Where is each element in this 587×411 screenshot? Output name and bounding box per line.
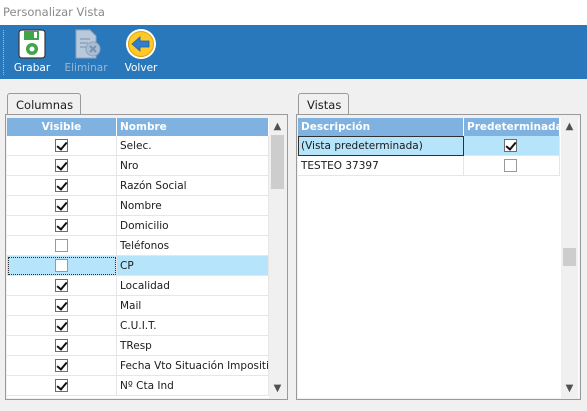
columnas-grid: Visible Nombre Selec. Nro Razón Social Nomb…	[7, 118, 286, 398]
table-row[interactable]: Teléfonos	[7, 236, 269, 256]
visible-checkbox[interactable]	[55, 239, 68, 252]
visible-checkbox[interactable]	[55, 379, 68, 392]
visible-cell[interactable]	[7, 256, 117, 276]
column-name: Domicilio	[117, 216, 269, 236]
table-row[interactable]: Razón Social	[7, 176, 269, 196]
table-row[interactable]: Mail	[7, 296, 269, 316]
delete-document-icon	[75, 29, 101, 59]
visible-cell[interactable]	[7, 276, 117, 296]
column-name: Localidad	[117, 276, 269, 296]
columnas-scrollbar[interactable]: ▲ ▼	[269, 118, 286, 398]
table-row[interactable]: CP	[7, 256, 269, 276]
visible-checkbox[interactable]	[55, 359, 68, 372]
column-name: Nº Cta Ind	[117, 376, 269, 396]
vistas-scrollbar[interactable]: ▲ ▼	[561, 118, 578, 398]
visible-checkbox[interactable]	[55, 199, 68, 212]
default-cell[interactable]	[464, 136, 560, 156]
back-button[interactable]: Volver	[120, 27, 162, 77]
tab-columnas-label: Columnas	[16, 98, 74, 112]
column-name: Teléfonos	[117, 236, 269, 256]
column-name: Razón Social	[117, 176, 269, 196]
scroll-up-icon[interactable]: ▲	[561, 118, 578, 135]
visible-cell[interactable]	[7, 296, 117, 316]
header-predeterminada[interactable]: Predeterminada	[464, 118, 563, 136]
header-nombre[interactable]: Nombre	[117, 118, 269, 136]
visible-checkbox[interactable]	[55, 299, 68, 312]
scroll-thumb[interactable]	[271, 135, 284, 189]
visible-checkbox[interactable]	[55, 179, 68, 192]
table-row[interactable]: Selec.	[7, 136, 269, 156]
visible-checkbox[interactable]	[55, 339, 68, 352]
column-name: CP	[117, 256, 269, 276]
window-title: Personalizar Vista	[3, 5, 105, 19]
column-name: C.U.I.T.	[117, 316, 269, 336]
back-arrow-icon	[126, 29, 156, 59]
visible-cell[interactable]	[7, 336, 117, 356]
visible-cell[interactable]	[7, 136, 117, 156]
table-row[interactable]: Nombre	[7, 196, 269, 216]
tab-vistas[interactable]: Vistas	[298, 93, 349, 115]
visible-cell[interactable]	[7, 196, 117, 216]
vistas-grid-header: Descripción Predeterminada	[298, 118, 563, 136]
column-name: Selec.	[117, 136, 269, 156]
delete-button-label: Eliminar	[64, 62, 108, 74]
save-button[interactable]: Grabar	[12, 27, 52, 77]
scroll-up-icon[interactable]: ▲	[269, 118, 286, 135]
default-cell[interactable]	[464, 156, 560, 176]
header-descripcion[interactable]: Descripción	[298, 118, 464, 136]
table-row[interactable]: TResp	[7, 336, 269, 356]
window-title-bar: Personalizar Vista	[0, 0, 587, 25]
view-description[interactable]: (Vista predeterminada)	[298, 136, 464, 156]
default-checkbox[interactable]	[504, 159, 517, 172]
visible-checkbox[interactable]	[55, 159, 68, 172]
scroll-thumb[interactable]	[563, 248, 576, 266]
visible-checkbox[interactable]	[55, 319, 68, 332]
status-strip	[0, 400, 587, 411]
scroll-down-icon[interactable]: ▼	[561, 380, 578, 397]
column-name: Fecha Vto Situación Impositiva	[117, 356, 269, 376]
vistas-grid: Descripción Predeterminada (Vista predet…	[298, 118, 579, 398]
toolbar: Grabar Eliminar Volver	[0, 25, 587, 79]
scroll-down-icon[interactable]: ▼	[269, 380, 286, 397]
column-name: Mail	[117, 296, 269, 316]
table-row[interactable]: Fecha Vto Situación Impositiva	[7, 356, 269, 376]
visible-checkbox[interactable]	[55, 279, 68, 292]
toolbar-separator	[3, 30, 5, 75]
default-checkbox[interactable]	[504, 139, 517, 152]
column-name: Nombre	[117, 196, 269, 216]
tab-vistas-label: Vistas	[307, 98, 342, 112]
table-row[interactable]: C.U.I.T.	[7, 316, 269, 336]
visible-cell[interactable]	[7, 376, 117, 396]
visible-cell[interactable]	[7, 236, 117, 256]
save-button-label: Grabar	[13, 62, 51, 74]
visible-cell[interactable]	[7, 156, 117, 176]
table-row[interactable]: TESTEO 37397	[298, 156, 560, 176]
visible-cell[interactable]	[7, 356, 117, 376]
table-row[interactable]: (Vista predeterminada)	[298, 136, 560, 156]
visible-checkbox[interactable]	[55, 139, 68, 152]
visible-checkbox[interactable]	[55, 259, 68, 272]
back-button-label: Volver	[124, 62, 158, 74]
visible-cell[interactable]	[7, 316, 117, 336]
view-description[interactable]: TESTEO 37397	[298, 156, 464, 176]
table-row[interactable]: Nº Cta Ind	[7, 376, 269, 396]
visible-checkbox[interactable]	[55, 219, 68, 232]
table-row[interactable]: Localidad	[7, 276, 269, 296]
tab-columnas[interactable]: Columnas	[7, 93, 81, 115]
column-name: Nro	[117, 156, 269, 176]
visible-cell[interactable]	[7, 176, 117, 196]
floppy-disk-icon	[18, 29, 46, 59]
column-name: TResp	[117, 336, 269, 356]
delete-button[interactable]: Eliminar	[63, 27, 109, 77]
columnas-grid-header: Visible Nombre	[7, 118, 269, 136]
header-visible[interactable]: Visible	[7, 118, 117, 136]
visible-cell[interactable]	[7, 216, 117, 236]
table-row[interactable]: Nro	[7, 156, 269, 176]
table-row[interactable]: Domicilio	[7, 216, 269, 236]
